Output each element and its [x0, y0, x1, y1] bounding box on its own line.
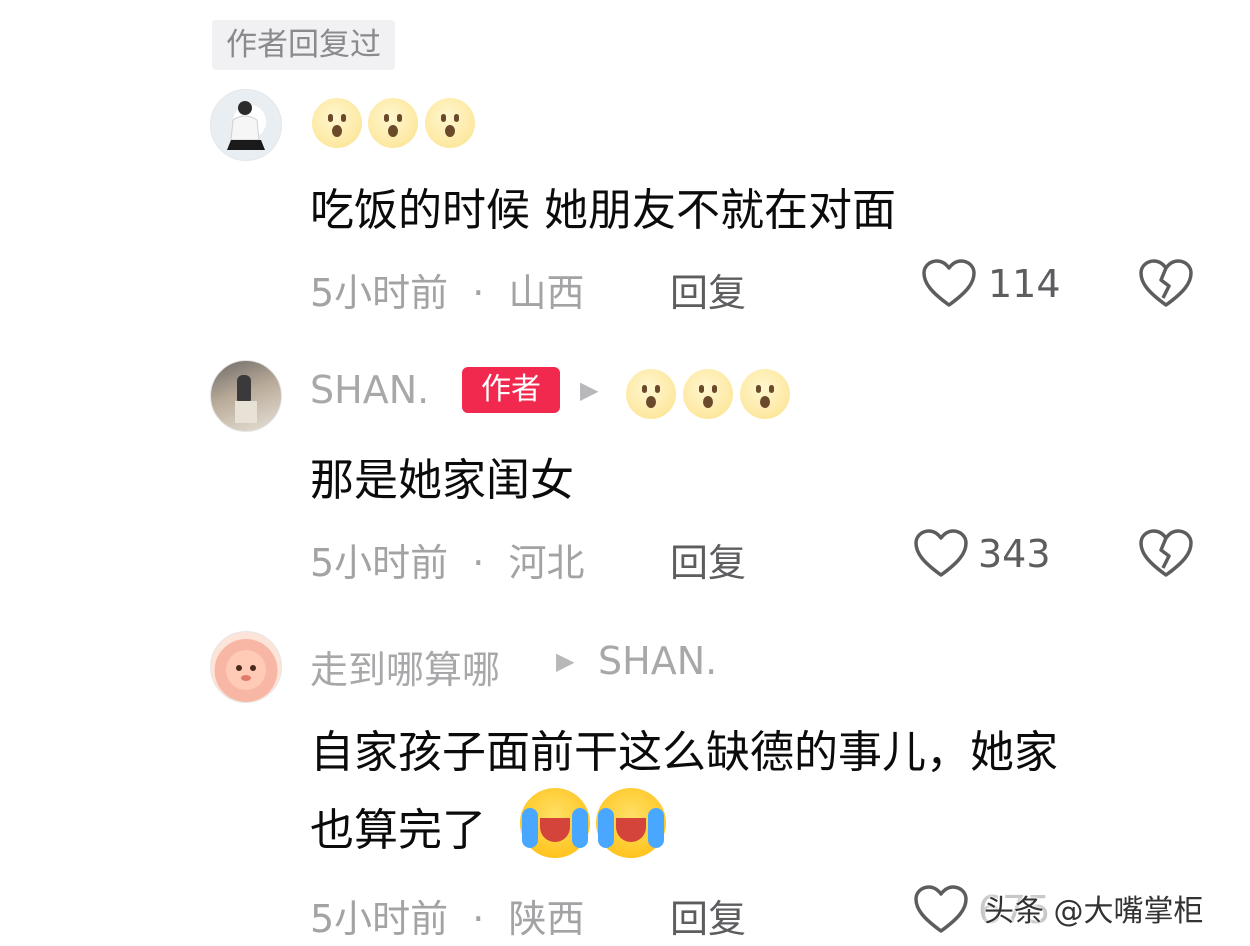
comment-location: 河北	[508, 541, 585, 585]
like-count: 343	[978, 532, 1051, 576]
separator: ·	[472, 541, 485, 585]
comment-meta: 5小时前 · 山西	[310, 262, 584, 317]
astonished-emoji	[368, 98, 418, 148]
comment-meta: 5小时前 · 河北	[310, 532, 584, 587]
comment-text-line-1: 自家孩子面前干这么缺德的事儿，她家	[310, 727, 1058, 778]
comment-time: 5小时前	[310, 897, 449, 941]
avatar[interactable]	[210, 360, 282, 432]
comment-location: 陕西	[508, 897, 585, 941]
watermark: 头条 @大嘴掌柜	[984, 894, 1204, 929]
separator: ·	[472, 271, 485, 315]
avatar[interactable]	[210, 631, 282, 703]
comment-time: 5小时前	[310, 271, 449, 315]
crying-laughing-emoji	[596, 788, 666, 858]
reply-button[interactable]: 回复	[670, 888, 746, 943]
triangle-right-icon: ▶	[580, 376, 599, 404]
comment-username[interactable]: 走到哪算哪	[310, 639, 500, 694]
reply-button[interactable]: 回复	[670, 532, 746, 587]
heart-outline-icon[interactable]	[921, 258, 977, 310]
astonished-emoji	[740, 369, 790, 419]
heart-outline-icon[interactable]	[913, 528, 969, 580]
comment-text-line-2: 也算完了	[310, 805, 486, 856]
reply-to-username[interactable]: SHAN.	[598, 639, 717, 683]
comment-text: 吃饭的时候 她朋友不就在对面	[310, 185, 896, 236]
avatar[interactable]	[210, 89, 282, 161]
astonished-emoji	[312, 98, 362, 148]
astonished-emoji	[425, 98, 475, 148]
astonished-emoji	[626, 369, 676, 419]
separator: ·	[472, 897, 485, 941]
broken-heart-icon[interactable]	[1138, 258, 1194, 310]
heart-outline-icon[interactable]	[913, 884, 969, 936]
reply-button[interactable]: 回复	[670, 262, 746, 317]
comment-time: 5小时前	[310, 541, 449, 585]
author-badge: 作者	[462, 367, 560, 413]
comment-location: 山西	[508, 271, 585, 315]
broken-heart-icon[interactable]	[1138, 528, 1194, 580]
comment-username[interactable]: SHAN.	[310, 368, 429, 412]
astonished-emoji	[683, 369, 733, 419]
comment-meta: 5小时前 · 陕西	[310, 888, 584, 943]
crying-laughing-emoji	[520, 788, 590, 858]
like-count: 114	[988, 262, 1061, 306]
author-replied-tag: 作者回复过	[212, 20, 395, 70]
comment-text: 那是她家闺女	[310, 455, 574, 506]
triangle-right-icon: ▶	[556, 647, 575, 675]
